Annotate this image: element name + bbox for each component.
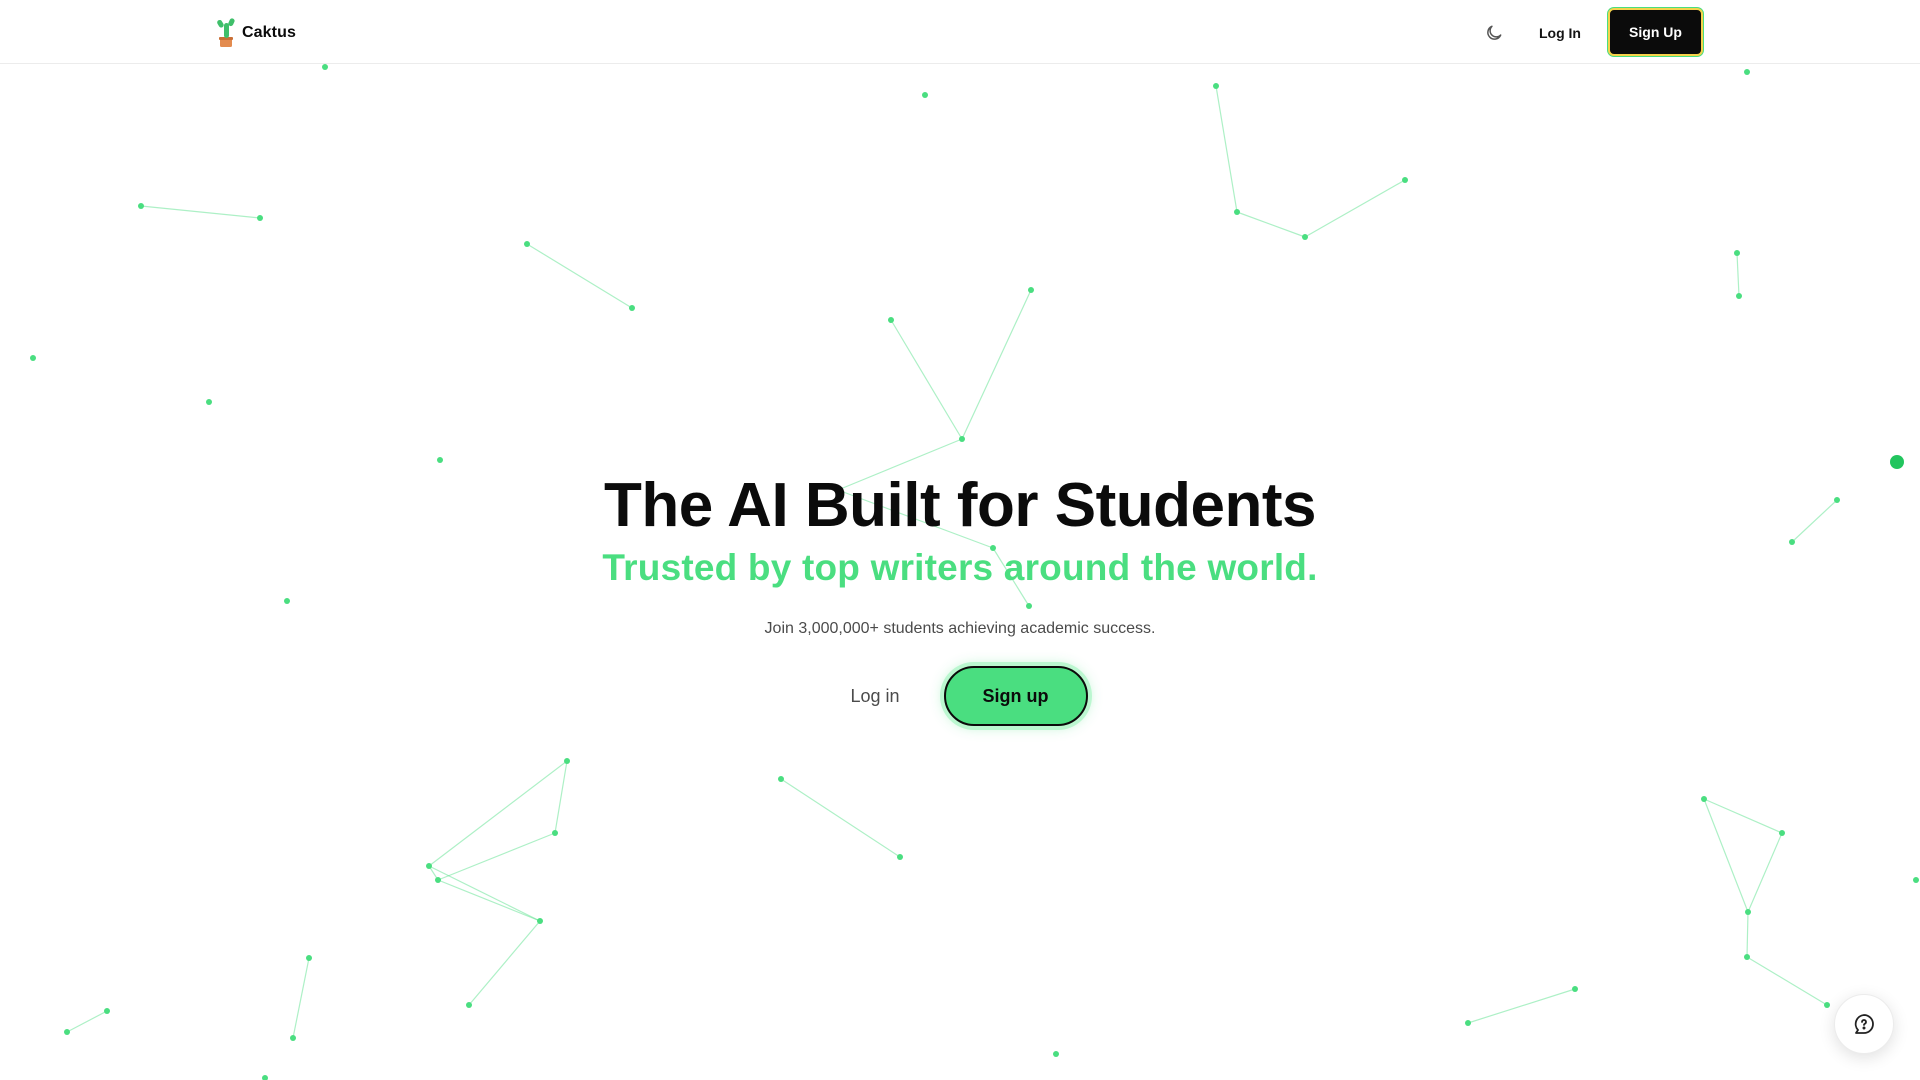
network-link bbox=[66, 1010, 108, 1033]
network-node bbox=[552, 830, 558, 836]
network-node bbox=[435, 877, 441, 883]
network-node bbox=[524, 241, 530, 247]
network-node bbox=[437, 457, 443, 463]
network-node bbox=[897, 854, 903, 860]
network-link bbox=[1467, 988, 1576, 1024]
network-node bbox=[1402, 177, 1408, 183]
network-link bbox=[428, 760, 568, 867]
network-node bbox=[426, 863, 432, 869]
network-node bbox=[1302, 234, 1308, 240]
network-node bbox=[138, 203, 144, 209]
network-link bbox=[526, 243, 633, 309]
network-node bbox=[1213, 83, 1219, 89]
navbar: Caktus Log In Sign Up bbox=[0, 0, 1920, 64]
network-node bbox=[262, 1075, 268, 1080]
network-link bbox=[428, 865, 541, 922]
network-node bbox=[629, 305, 635, 311]
network-node bbox=[1028, 287, 1034, 293]
theme-toggle-button[interactable] bbox=[1478, 17, 1510, 49]
network-link bbox=[140, 205, 261, 219]
network-link bbox=[1736, 252, 1740, 297]
cactus-logo-icon bbox=[217, 18, 235, 47]
network-node bbox=[1824, 1002, 1830, 1008]
network-node bbox=[1053, 1051, 1059, 1057]
network-link bbox=[780, 778, 901, 858]
hero-signup-button[interactable]: Sign up bbox=[943, 666, 1088, 726]
help-chat-button[interactable] bbox=[1834, 994, 1894, 1054]
network-link bbox=[1746, 911, 1749, 958]
network-link bbox=[1236, 211, 1306, 238]
nav-signup-button[interactable]: Sign Up bbox=[1608, 8, 1703, 56]
network-node bbox=[959, 436, 965, 442]
network-node bbox=[537, 918, 543, 924]
nav-login-button[interactable]: Log In bbox=[1532, 18, 1588, 48]
decorative-dot bbox=[1890, 455, 1904, 469]
network-node bbox=[1779, 830, 1785, 836]
network-link bbox=[292, 957, 310, 1039]
network-node bbox=[922, 92, 928, 98]
network-link bbox=[890, 319, 963, 440]
network-link bbox=[468, 920, 541, 1006]
network-node bbox=[1744, 954, 1750, 960]
network-node bbox=[1465, 1020, 1471, 1026]
network-node bbox=[1736, 293, 1742, 299]
network-node bbox=[104, 1008, 110, 1014]
network-node bbox=[1572, 986, 1578, 992]
network-link bbox=[1304, 179, 1406, 238]
hero-subtitle: Trusted by top writers around the world. bbox=[602, 547, 1318, 588]
landing-page: Caktus Log In Sign Up The AI Built for S… bbox=[0, 0, 1920, 1080]
network-node bbox=[1734, 250, 1740, 256]
network-node bbox=[564, 758, 570, 764]
hero-section: The AI Built for Students Trusted by top… bbox=[0, 470, 1920, 726]
network-node bbox=[30, 355, 36, 361]
network-node bbox=[206, 399, 212, 405]
network-node bbox=[257, 215, 263, 221]
hero-description: Join 3,000,000+ students achieving acade… bbox=[764, 620, 1156, 637]
network-node bbox=[1701, 796, 1707, 802]
network-node bbox=[778, 776, 784, 782]
chat-help-icon bbox=[1854, 1014, 1874, 1034]
network-node bbox=[322, 64, 328, 70]
hero-login-button[interactable]: Log in bbox=[850, 686, 899, 707]
network-node bbox=[1744, 69, 1750, 75]
hero-actions: Log in Sign up bbox=[850, 666, 1088, 726]
network-link bbox=[554, 760, 568, 834]
network-node bbox=[1234, 209, 1240, 215]
network-link bbox=[437, 832, 556, 881]
network-link bbox=[1746, 956, 1828, 1006]
network-link bbox=[1747, 832, 1783, 913]
network-node bbox=[466, 1002, 472, 1008]
network-link bbox=[437, 879, 541, 922]
brand-name: Caktus bbox=[242, 24, 296, 41]
brand-link[interactable]: Caktus bbox=[214, 17, 296, 49]
network-node bbox=[290, 1035, 296, 1041]
network-node bbox=[306, 955, 312, 961]
network-node bbox=[64, 1029, 70, 1035]
network-node bbox=[1745, 909, 1751, 915]
moon-icon bbox=[1487, 25, 1502, 40]
network-link bbox=[1215, 85, 1238, 213]
network-link bbox=[961, 289, 1032, 440]
hero-title: The AI Built for Students bbox=[604, 471, 1316, 540]
network-node bbox=[888, 317, 894, 323]
network-node bbox=[1913, 877, 1919, 883]
